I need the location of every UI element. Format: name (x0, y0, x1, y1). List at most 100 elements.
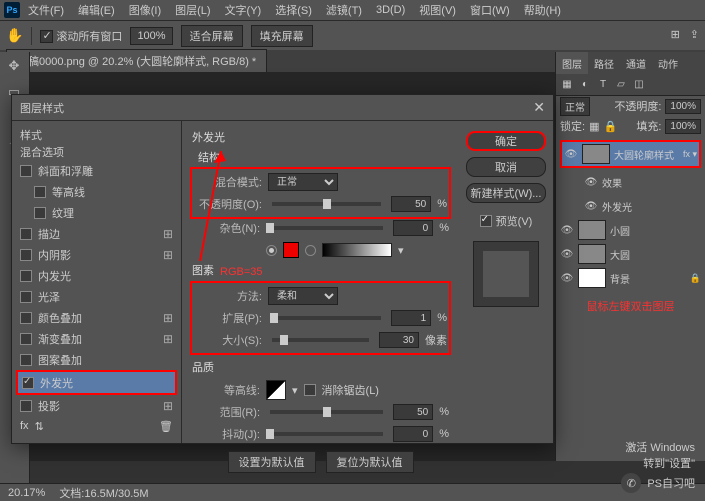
style-item-2[interactable]: 纹理 (16, 202, 177, 223)
technique-select[interactable]: 柔和 (268, 287, 338, 305)
style-item-7[interactable]: 颜色叠加⊞ (16, 307, 177, 328)
menu-layer[interactable]: 图层(L) (169, 0, 216, 20)
style-item-6[interactable]: 光泽 (16, 286, 177, 307)
visibility-icon[interactable]: 👁 (584, 201, 598, 212)
gradient-picker[interactable] (322, 243, 392, 257)
style-checkbox[interactable] (34, 186, 46, 198)
fx-icon[interactable]: fx (20, 420, 29, 433)
menu-filter[interactable]: 滤镜(T) (320, 0, 368, 20)
blending-options[interactable]: 混合选项 (16, 144, 177, 161)
share-icon[interactable]: ⇪ (690, 28, 699, 41)
style-checkbox[interactable] (34, 207, 46, 219)
style-item-1[interactable]: 等高线 (16, 181, 177, 202)
add-icon[interactable]: ⊞ (163, 248, 173, 262)
preview-checkbox[interactable]: 预览(V) (480, 213, 533, 229)
opacity-field[interactable]: 100% (665, 99, 701, 114)
menu-3d[interactable]: 3D(D) (370, 2, 411, 18)
fit-screen-button[interactable]: 适合屏幕 (181, 25, 243, 47)
style-item-3[interactable]: 描边⊞ (16, 223, 177, 244)
size-input[interactable] (379, 332, 419, 348)
style-item-11[interactable]: 投影⊞ (16, 395, 177, 416)
add-icon[interactable]: ⊞ (163, 399, 173, 413)
jitter-slider[interactable] (270, 432, 383, 436)
style-checkbox[interactable] (20, 354, 32, 366)
range-input[interactable] (393, 404, 433, 420)
tab-actions[interactable]: 动作 (652, 52, 684, 74)
layer-effect-row[interactable]: 👁 效果 (558, 170, 703, 194)
ok-button[interactable]: 确定 (466, 131, 546, 151)
menu-edit[interactable]: 编辑(E) (72, 0, 121, 20)
visibility-icon[interactable]: 👁 (560, 225, 574, 236)
styles-header[interactable]: 样式 (16, 127, 177, 144)
dropdown-icon[interactable]: ▾ (292, 384, 298, 397)
blend-mode-select[interactable]: 正常 (560, 97, 590, 116)
style-checkbox[interactable] (22, 377, 34, 389)
contour-picker[interactable] (266, 380, 286, 400)
fill-field[interactable]: 100% (665, 119, 701, 134)
style-checkbox[interactable] (20, 228, 32, 240)
opacity-slider[interactable] (272, 202, 381, 206)
gradient-radio[interactable] (305, 245, 316, 256)
layer-name[interactable]: 小圆 (610, 223, 701, 238)
visibility-icon[interactable]: 👁 (560, 273, 574, 284)
style-checkbox[interactable] (20, 291, 32, 303)
style-item-9[interactable]: 图案叠加 (16, 349, 177, 370)
move-tool[interactable]: ✥ (2, 54, 26, 78)
layer-name[interactable]: 大圆 (610, 247, 701, 262)
add-icon[interactable]: ⊞ (163, 311, 173, 325)
search-icon[interactable]: ⊞ (671, 28, 680, 41)
lock-icon[interactable]: 🔒 (603, 120, 617, 133)
style-item-0[interactable]: 斜面和浮雕 (16, 160, 177, 181)
cancel-button[interactable]: 取消 (466, 157, 546, 177)
layer-effect-row[interactable]: 👁 外发光 (558, 194, 703, 218)
style-checkbox[interactable] (20, 400, 32, 412)
menu-type[interactable]: 文字(Y) (219, 0, 268, 20)
blend-mode-select[interactable]: 正常 (268, 173, 338, 191)
layer-row[interactable]: 👁 小圆 (558, 218, 703, 242)
add-icon[interactable]: ⊞ (163, 332, 173, 346)
style-item-10[interactable]: 外发光 (18, 372, 175, 393)
opacity-input[interactable] (391, 196, 431, 212)
color-radio[interactable] (266, 245, 277, 256)
style-checkbox[interactable] (20, 270, 32, 282)
antialias-checkbox[interactable] (304, 384, 316, 396)
style-checkbox[interactable] (20, 333, 32, 345)
new-style-button[interactable]: 新建样式(W)... (466, 183, 546, 203)
style-checkbox[interactable] (20, 249, 32, 261)
tab-layers[interactable]: 图层 (556, 52, 588, 74)
color-swatch[interactable] (283, 242, 299, 258)
dropdown-icon[interactable]: ▾ (398, 244, 404, 257)
fill-screen-button[interactable]: 填充屏幕 (251, 25, 313, 47)
menu-file[interactable]: 文件(F) (22, 0, 70, 20)
tab-channels[interactable]: 通道 (620, 52, 652, 74)
menu-image[interactable]: 图像(I) (123, 0, 167, 20)
document-tab[interactable]: 线稿0000.png @ 20.2% (大圆轮廓样式, RGB/8) * (6, 49, 267, 72)
style-item-8[interactable]: 渐变叠加⊞ (16, 328, 177, 349)
filter-shape-icon[interactable]: ▱ (614, 78, 628, 92)
filter-pixel-icon[interactable]: ▦ (560, 78, 574, 92)
noise-input[interactable] (393, 220, 433, 236)
filter-type-icon[interactable]: T (596, 78, 610, 92)
layer-row[interactable]: 👁 大圆 (558, 242, 703, 266)
jitter-input[interactable] (393, 426, 433, 442)
size-slider[interactable] (272, 338, 369, 342)
layer-row[interactable]: 👁 背景 🔒 (558, 266, 703, 290)
menu-select[interactable]: 选择(S) (269, 0, 318, 20)
filter-smart-icon[interactable]: ◫ (632, 78, 646, 92)
add-icon[interactable]: ⊞ (163, 227, 173, 241)
menu-help[interactable]: 帮助(H) (518, 0, 567, 20)
visibility-icon[interactable]: 👁 (584, 177, 598, 188)
reset-default-button[interactable]: 复位为默认值 (326, 451, 414, 473)
filter-adjust-icon[interactable]: ◐ (578, 78, 592, 92)
style-checkbox[interactable] (20, 165, 32, 177)
make-default-button[interactable]: 设置为默认值 (228, 451, 316, 473)
zoom-field[interactable]: 100% (130, 27, 172, 45)
menu-view[interactable]: 视图(V) (413, 0, 462, 20)
style-item-5[interactable]: 内发光 (16, 265, 177, 286)
style-item-4[interactable]: 内阴影⊞ (16, 244, 177, 265)
range-slider[interactable] (270, 410, 383, 414)
layer-name[interactable]: 背景 (610, 271, 686, 286)
noise-slider[interactable] (270, 226, 383, 230)
doc-size-status[interactable]: 文档:16.5M/30.5M (59, 485, 148, 501)
scroll-all-checkbox[interactable]: 滚动所有窗口 (40, 28, 122, 44)
